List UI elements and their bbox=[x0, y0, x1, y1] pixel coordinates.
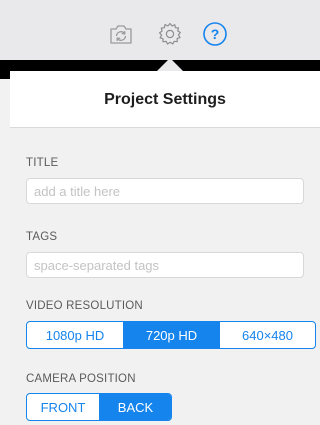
popover-title: Project Settings bbox=[104, 91, 226, 108]
camera-position-label: CAMERA POSITION bbox=[26, 373, 136, 385]
popover-header: Project Settings bbox=[10, 71, 320, 128]
help-button[interactable]: ? bbox=[201, 20, 229, 48]
camera-position-segmented-control: FRONT BACK bbox=[26, 393, 172, 421]
title-input[interactable] bbox=[26, 178, 304, 204]
gear-icon bbox=[159, 22, 181, 45]
camera-option-front[interactable]: FRONT bbox=[27, 394, 99, 420]
camera-option-back[interactable]: BACK bbox=[99, 394, 171, 420]
resolution-option-640x480[interactable]: 640×480 bbox=[219, 322, 315, 348]
top-toolbar: ? bbox=[0, 0, 320, 60]
popover-pointer bbox=[157, 58, 183, 71]
video-resolution-label: VIDEO RESOLUTION bbox=[26, 300, 143, 312]
help-icon: ? bbox=[203, 22, 227, 46]
project-settings-popover: Project Settings TITLE TAGS VIDEO RESOLU… bbox=[10, 71, 320, 425]
title-label: TITLE bbox=[26, 157, 59, 169]
resolution-option-720p[interactable]: 720p HD bbox=[123, 322, 219, 348]
tags-label: TAGS bbox=[26, 231, 58, 243]
camera-flip-button[interactable] bbox=[107, 20, 135, 48]
app-window: ? Project Settings TITLE TAGS VIDEO RESO… bbox=[0, 0, 320, 425]
svg-text:?: ? bbox=[211, 26, 220, 42]
resolution-option-1080p[interactable]: 1080p HD bbox=[27, 322, 123, 348]
settings-button[interactable] bbox=[156, 20, 184, 48]
video-resolution-segmented-control: 1080p HD 720p HD 640×480 bbox=[26, 321, 316, 349]
tags-input[interactable] bbox=[26, 252, 304, 278]
camera-flip-icon bbox=[110, 25, 132, 44]
